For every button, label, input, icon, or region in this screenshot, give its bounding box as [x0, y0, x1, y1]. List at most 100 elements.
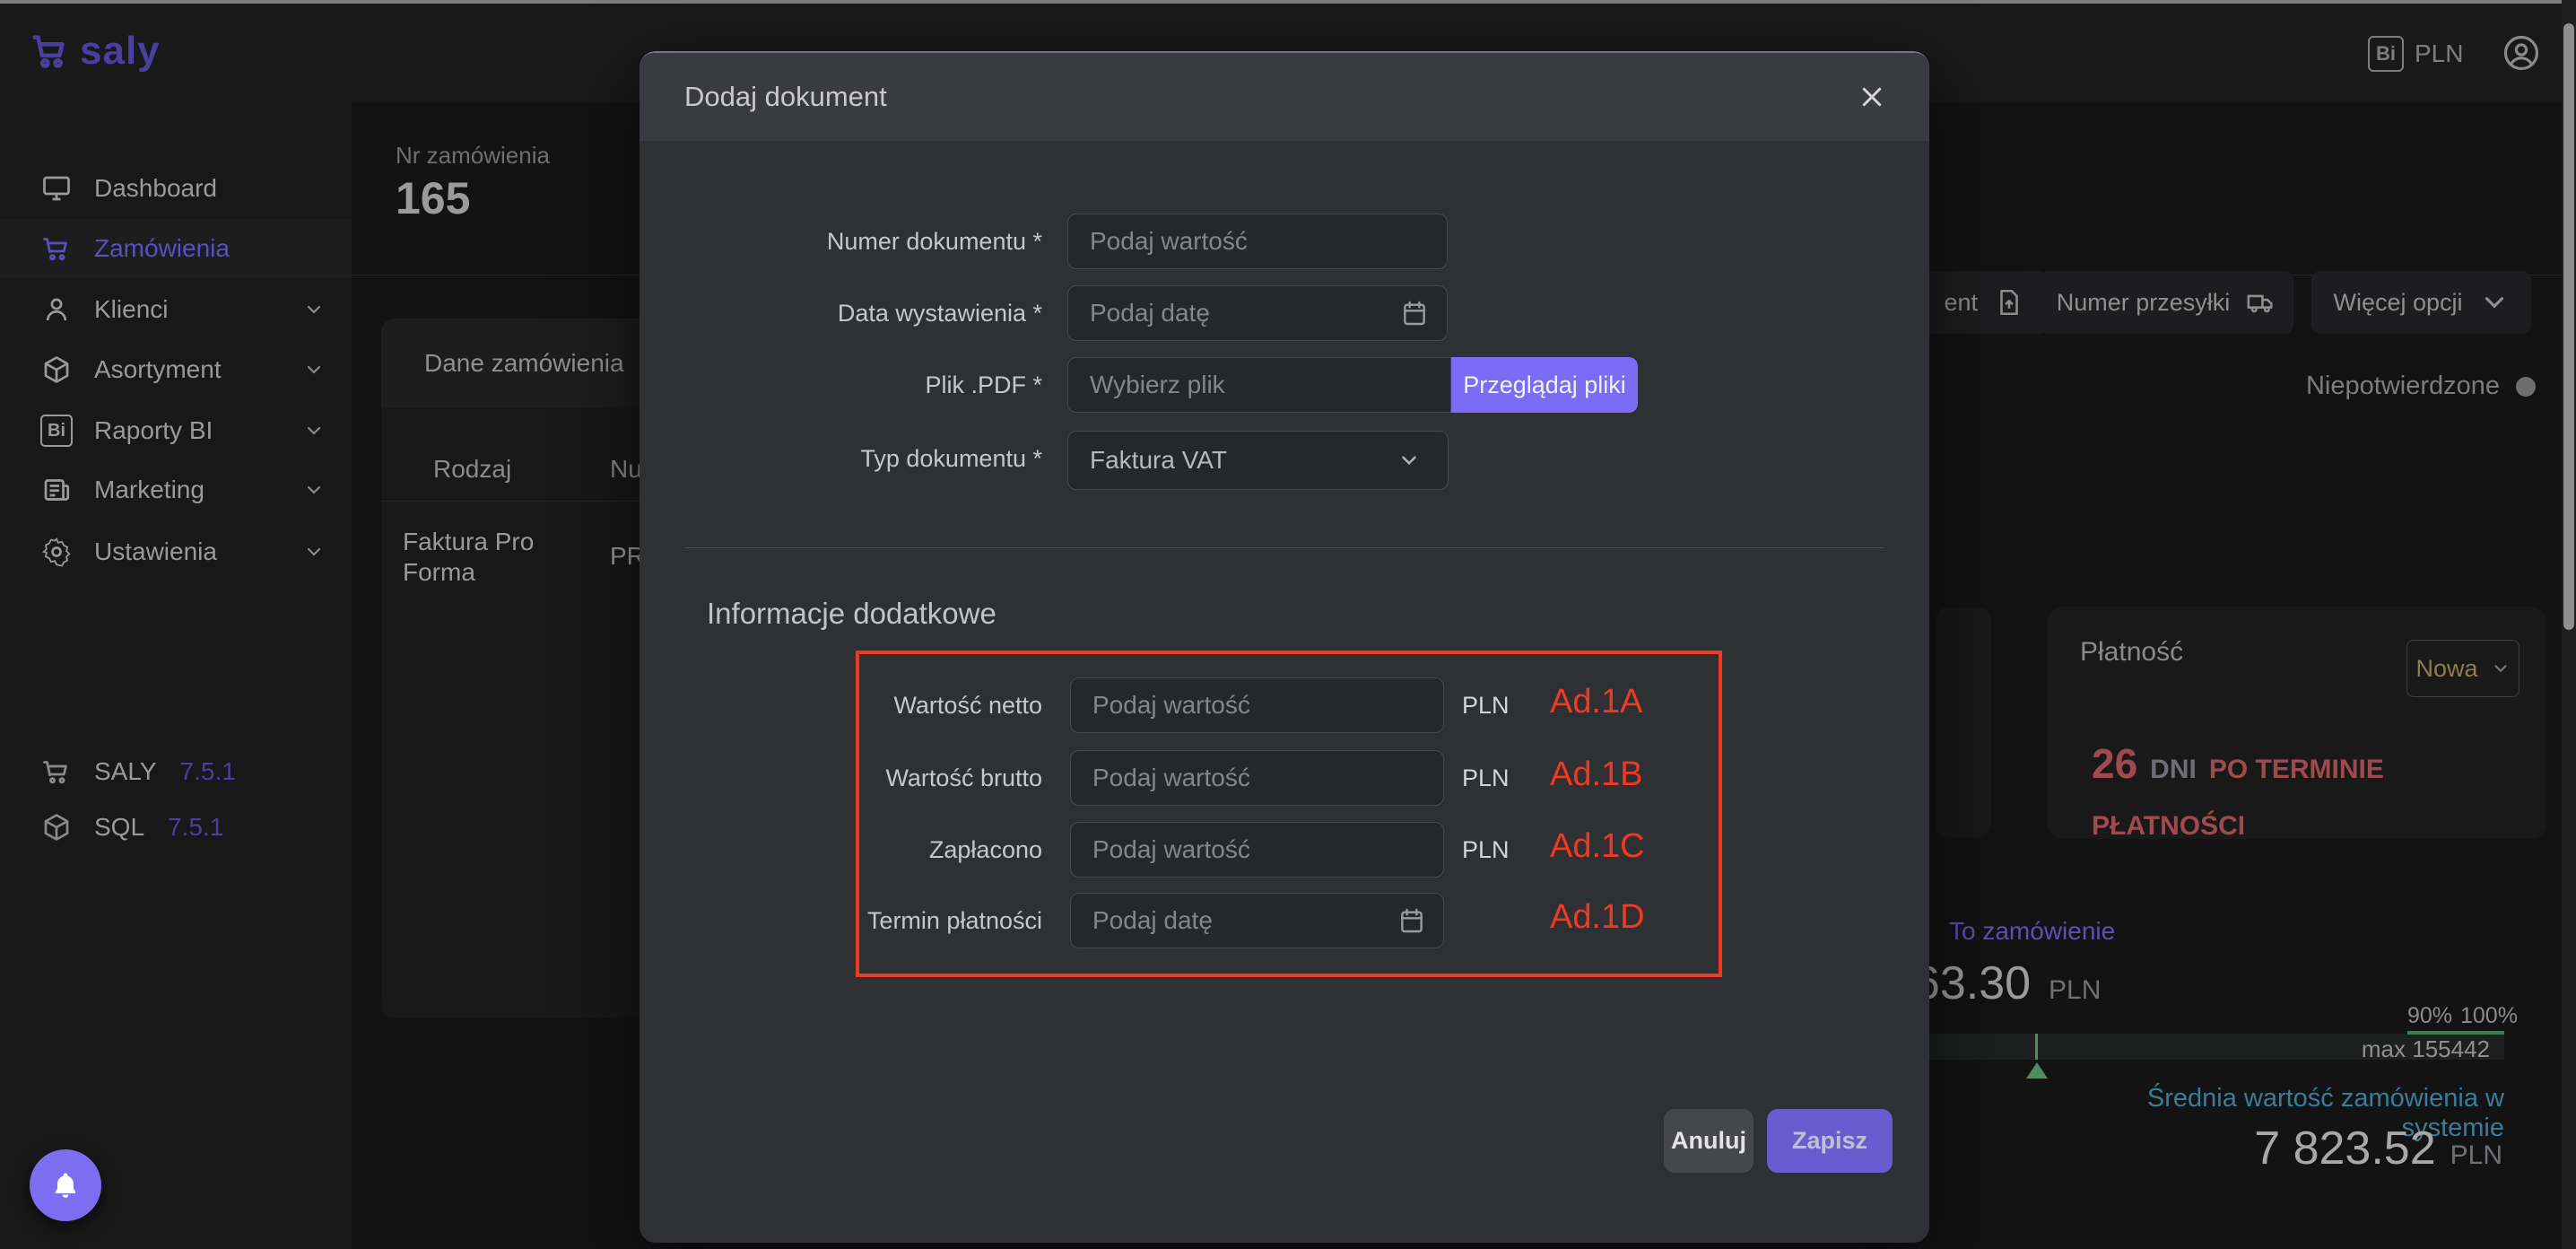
overdue-text: PO TERMINIE — [2209, 755, 2384, 785]
version-label: SALY — [94, 757, 157, 786]
version-label: SQL — [94, 813, 144, 842]
bi-currency-icon: Bi — [2368, 36, 2404, 72]
account-icon[interactable] — [2502, 34, 2540, 72]
gauge-max-label: max 155442 — [2332, 1035, 2490, 1063]
chevron-down-icon — [303, 359, 325, 380]
modal-title: Dodaj dokument — [684, 53, 887, 141]
logo[interactable]: saly — [30, 29, 161, 74]
field-label-typ-dokumentu: Typ dokumentu * — [640, 445, 1042, 473]
monitor-icon — [40, 172, 73, 205]
payment-card: Płatność Nowa 26 DNI PO TERMINIE PŁATNOŚ… — [2048, 607, 2546, 839]
hidden-stat-card — [1936, 607, 1991, 837]
sidebar-item-klienci[interactable]: Klienci — [0, 280, 352, 339]
zaplacono-input[interactable] — [1070, 822, 1444, 878]
payment-status-dropdown[interactable]: Nowa — [2406, 640, 2519, 697]
field-label-plik-pdf: Plik .PDF * — [640, 371, 1042, 399]
wartosc-netto-input[interactable] — [1070, 677, 1444, 733]
status-label: Niepotwierdzone — [2306, 371, 2500, 401]
annotation-ad1c: Ad.1C — [1550, 827, 1645, 866]
payment-title: Płatność — [2080, 637, 2183, 668]
sidebar-item-label: Asortyment — [94, 355, 222, 384]
gear-icon — [40, 536, 73, 568]
save-button[interactable]: Zapisz — [1767, 1109, 1893, 1173]
annotation-ad1d: Ad.1D — [1550, 898, 1645, 937]
sidebar-item-raporty-bi[interactable]: Bi Raporty BI — [0, 401, 352, 460]
sidebar-item-label: Klienci — [94, 295, 168, 324]
sidebar-item-label: Marketing — [94, 476, 205, 504]
overdue-unit: DNI — [2150, 755, 2197, 785]
field-label-zaplacono: Zapłacono — [640, 836, 1042, 864]
currency-suffix: PLN — [1462, 692, 1510, 720]
document-upload-icon — [1994, 287, 2024, 318]
cart-logo-icon — [30, 31, 71, 72]
section-heading: Informacje dodatkowe — [707, 597, 996, 631]
button-label: ent — [1944, 289, 1978, 317]
typ-dokumentu-select[interactable]: Faktura VAT — [1067, 431, 1449, 490]
chevron-down-icon — [303, 420, 325, 441]
currency-suffix: PLN — [1462, 764, 1510, 792]
chevron-down-icon — [303, 299, 325, 320]
sidebar-item-label: Ustawienia — [94, 537, 217, 566]
close-icon[interactable] — [1854, 79, 1890, 115]
table-cell-rodzaj: Faktura Pro Forma — [403, 527, 534, 588]
more-options-button[interactable]: Więcej opcji — [2311, 271, 2531, 334]
sidebar-item-zamowienia[interactable]: Zamówienia — [0, 219, 352, 278]
plik-pdf-input[interactable] — [1067, 357, 1451, 413]
termin-platnosci-input[interactable] — [1070, 893, 1444, 948]
sidebar-item-label: Raporty BI — [94, 416, 213, 445]
currency-label: PLN — [2415, 39, 2463, 68]
logo-text: saly — [80, 29, 161, 74]
chevron-down-icon — [1397, 449, 1421, 472]
currency-switcher[interactable]: Bi PLN — [2368, 36, 2463, 72]
chevron-down-icon — [2491, 659, 2511, 678]
version-sql: SQL 7.5.1 — [40, 811, 223, 843]
sidebar: Dashboard Zamówienia Klienci Asortyment — [0, 102, 352, 1249]
overdue-line: 26 DNI PO TERMINIE — [2092, 739, 2384, 788]
shipment-number-button[interactable]: Numer przesyłki — [2040, 271, 2293, 334]
sidebar-item-label: Dashboard — [94, 174, 217, 203]
sidebar-item-ustawienia[interactable]: Ustawienia — [0, 522, 352, 581]
annotation-ad1a: Ad.1A — [1550, 683, 1643, 721]
currency-suffix: PLN — [1462, 836, 1510, 864]
version-number: 7.5.1 — [168, 813, 223, 842]
select-value: Faktura VAT — [1090, 446, 1227, 475]
payment-status-value: Nowa — [2415, 655, 2477, 683]
button-label: Numer przesyłki — [2057, 289, 2231, 317]
data-wystawienia-input[interactable] — [1067, 285, 1448, 341]
newspaper-icon — [40, 474, 73, 506]
overdue-text-2: PŁATNOŚCI — [2092, 811, 2245, 842]
avg-order-value: 7 823.52 — [2254, 1122, 2435, 1175]
scrollbar-thumb[interactable] — [2563, 23, 2574, 630]
calendar-icon[interactable] — [1397, 906, 1426, 935]
cancel-button[interactable]: Anuluj — [1664, 1109, 1754, 1173]
add-document-modal: Dodaj dokument Numer dokumentu * Data wy… — [640, 51, 1929, 1243]
overdue-days: 26 — [2092, 739, 2137, 788]
sidebar-item-asortyment[interactable]: Asortyment — [0, 340, 352, 399]
version-saly: SALY 7.5.1 — [40, 756, 236, 788]
wartosc-brutto-input[interactable] — [1070, 750, 1444, 806]
order-number-label: Nr zamówienia — [396, 142, 550, 170]
field-label-data-wystawienia: Data wystawienia * — [640, 300, 1042, 328]
tab-dane-zamowienia[interactable]: Dane zamówienia — [424, 319, 624, 408]
field-label-wartosc-netto: Wartość netto — [640, 692, 1042, 720]
order-number-value: 165 — [396, 172, 470, 224]
sidebar-item-marketing[interactable]: Marketing — [0, 460, 352, 520]
gauge-marker-triangle — [2026, 1062, 2048, 1079]
notifications-button[interactable] — [30, 1149, 101, 1221]
field-label-numer-dokumentu: Numer dokumentu * — [640, 228, 1042, 256]
cube-icon — [40, 811, 73, 843]
avg-order-currency: PLN — [2450, 1140, 2502, 1171]
cart-icon — [40, 756, 73, 788]
avg-order-value-row: 7 823.52 PLN — [2056, 1122, 2502, 1175]
browse-files-button[interactable]: Przeglądaj pliki — [1451, 357, 1638, 413]
version-number: 7.5.1 — [180, 757, 236, 786]
chevron-down-icon — [2479, 287, 2510, 318]
cart-icon — [40, 232, 73, 265]
calendar-icon[interactable] — [1400, 299, 1429, 328]
this-order-currency: PLN — [2049, 975, 2101, 1006]
sidebar-item-dashboard[interactable]: Dashboard — [0, 159, 352, 218]
bell-icon — [49, 1169, 82, 1201]
status-dot-icon — [2516, 377, 2536, 397]
numer-dokumentu-input[interactable] — [1067, 214, 1448, 269]
modal-header: Dodaj dokument — [640, 53, 1929, 141]
